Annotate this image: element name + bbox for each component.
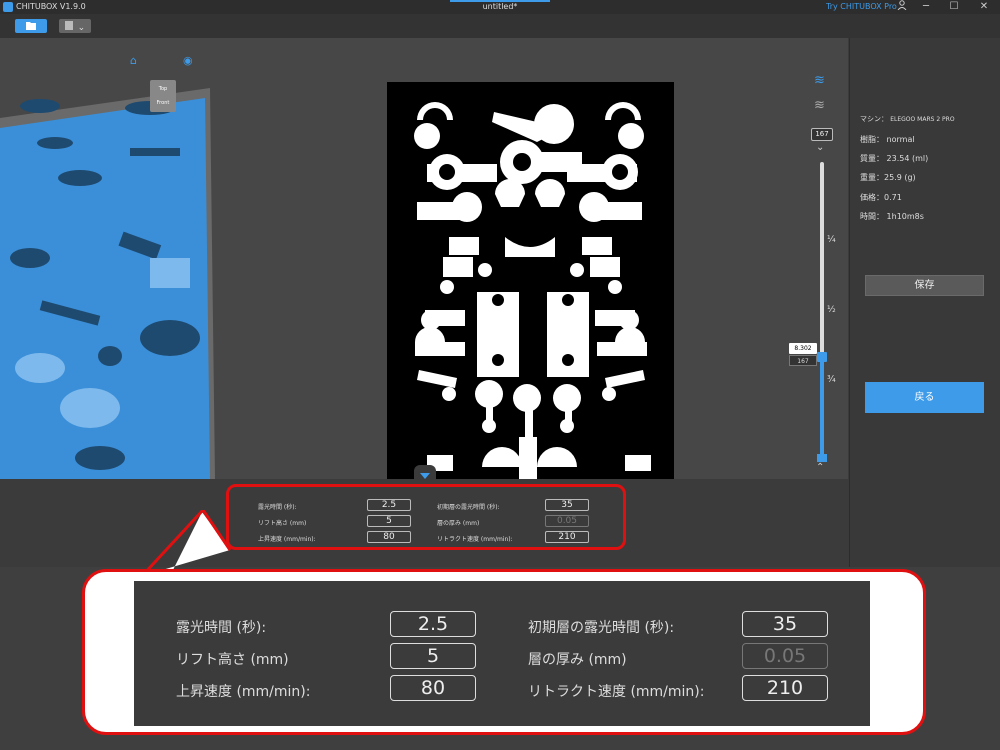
zoom-layer-height-input: 0.05 xyxy=(742,643,828,669)
view-cube-front[interactable]: Front xyxy=(150,100,176,106)
eye-icon[interactable]: ◉ xyxy=(183,54,193,67)
layers-hide-icon[interactable]: ≋ xyxy=(814,98,832,116)
back-button[interactable]: 戻る xyxy=(865,382,984,413)
zoom-lift-height-label: リフト高さ (mm) xyxy=(176,652,289,668)
max-layer-input[interactable]: 167 xyxy=(811,128,833,141)
zoom-layer-height-label: 層の厚み (mm) xyxy=(528,652,627,668)
half-mark: ½ xyxy=(827,305,836,315)
exposure-label: 露光時間 (秒): xyxy=(258,504,297,511)
time-row: 時間： 1h10m8s xyxy=(860,211,924,222)
retract-speed-label: リトラクト速度 (mm/min): xyxy=(437,536,513,543)
time-value: 1h10m8s xyxy=(886,212,924,221)
layer-slider-fill xyxy=(820,356,824,458)
lift-height-label: リフト高さ (mm) xyxy=(258,520,307,527)
layers-view-icon[interactable]: ≋ xyxy=(814,73,832,91)
zoom-lift-speed-input[interactable]: 80 xyxy=(390,675,476,701)
weight-label: 重量： xyxy=(860,173,884,182)
price-row: 価格：0.71 xyxy=(860,192,902,203)
zoom-lift-speed-label: 上昇速度 (mm/min): xyxy=(176,684,311,700)
price-label: 価格： xyxy=(860,193,884,202)
build-plate-scene xyxy=(0,88,215,479)
bottom-exposure-input[interactable]: 35 xyxy=(545,499,589,511)
current-height-label: 8.302 xyxy=(789,343,817,354)
lift-speed-input[interactable]: 80 xyxy=(367,531,411,543)
resin-row: 樹脂： normal xyxy=(860,134,915,145)
three-quarter-mark: ¾ xyxy=(827,375,836,385)
folder-icon xyxy=(26,22,36,30)
close-button[interactable]: ✕ xyxy=(976,0,992,14)
toolbar: ⌄ xyxy=(0,14,1000,38)
layer-height-input: 0.05 xyxy=(545,515,589,527)
dropdown-chevron-icon: ⌄ xyxy=(77,23,86,33)
layer-slider-handle[interactable] xyxy=(817,352,827,362)
price-value: 0.71 xyxy=(884,193,902,202)
volume-row: 質量： 23.54 (ml) xyxy=(860,153,928,164)
resin-value: normal xyxy=(886,135,915,144)
view-cube-top[interactable]: Top xyxy=(150,86,176,92)
open-file-button[interactable] xyxy=(15,19,47,33)
machine-row: マシン： ELEGOO MARS 2 PRO xyxy=(860,114,955,124)
slice-preview xyxy=(387,82,674,479)
bottom-exposure-label: 初期層の露光時間 (秒): xyxy=(437,504,500,511)
user-icon[interactable] xyxy=(894,0,910,14)
info-panel: マシン： ELEGOO MARS 2 PRO 樹脂： normal 質量： 23… xyxy=(849,38,1000,567)
exposure-input[interactable]: 2.5 xyxy=(367,499,411,511)
time-label: 時間： xyxy=(860,212,884,221)
machine-label: マシン： xyxy=(860,115,888,123)
view-cube[interactable]: Top Front xyxy=(150,80,176,112)
minimize-button[interactable]: ─ xyxy=(918,0,934,14)
layer-height-label: 層の厚み (mm) xyxy=(437,520,480,527)
volume-value: 23.54 (ml) xyxy=(886,154,929,163)
layer-slider-bottom-handle[interactable] xyxy=(817,454,827,462)
lift-height-input[interactable]: 5 xyxy=(367,515,411,527)
try-pro-link[interactable]: Try CHITUBOX Pro xyxy=(826,2,897,11)
machine-value: ELEGOO MARS 2 PRO xyxy=(890,116,955,123)
collapse-panel-button[interactable] xyxy=(414,465,436,479)
resin-label: 樹脂： xyxy=(860,135,884,144)
chevron-down-icon[interactable]: ⌄ xyxy=(816,142,824,153)
layer-slice-image xyxy=(414,102,651,479)
zoom-retract-speed-label: リトラクト速度 (mm/min): xyxy=(528,684,705,700)
quarter-mark: ¼ xyxy=(827,235,836,245)
retract-speed-input[interactable]: 210 xyxy=(545,531,589,543)
disk-icon xyxy=(64,21,73,30)
lift-speed-label: 上昇速度 (mm/min): xyxy=(258,536,316,543)
zoom-bottom-exposure-input[interactable]: 35 xyxy=(742,611,828,637)
save-file-button[interactable]: ⌄ xyxy=(59,19,91,33)
zoomed-settings: 露光時間 (秒): 2.5 リフト高さ (mm) 5 上昇速度 (mm/min)… xyxy=(134,581,870,726)
print-settings-bar: 露光時間 (秒): 2.5 リフト高さ (mm) 5 上昇速度 (mm/min)… xyxy=(0,479,849,567)
zoom-lift-height-input[interactable]: 5 xyxy=(390,643,476,669)
zoom-exposure-input[interactable]: 2.5 xyxy=(390,611,476,637)
chevron-up-icon[interactable]: ⌃ xyxy=(816,462,824,473)
zoom-exposure-label: 露光時間 (秒): xyxy=(176,620,267,636)
weight-value: 25.9 (g) xyxy=(884,173,916,182)
home-icon[interactable]: ⌂ xyxy=(130,54,137,67)
volume-label: 質量： xyxy=(860,154,884,163)
zoom-retract-speed-input[interactable]: 210 xyxy=(742,675,828,701)
zoom-bottom-exposure-label: 初期層の露光時間 (秒): xyxy=(528,620,675,636)
save-button[interactable]: 保存 xyxy=(865,275,984,296)
weight-row: 重量：25.9 (g) xyxy=(860,172,916,183)
title-bar: CHITUBOX V1.9.0 untitled* Try CHITUBOX P… xyxy=(0,0,1000,14)
current-layer-label: 167 xyxy=(789,355,817,366)
maximize-button[interactable]: ☐ xyxy=(946,0,962,14)
